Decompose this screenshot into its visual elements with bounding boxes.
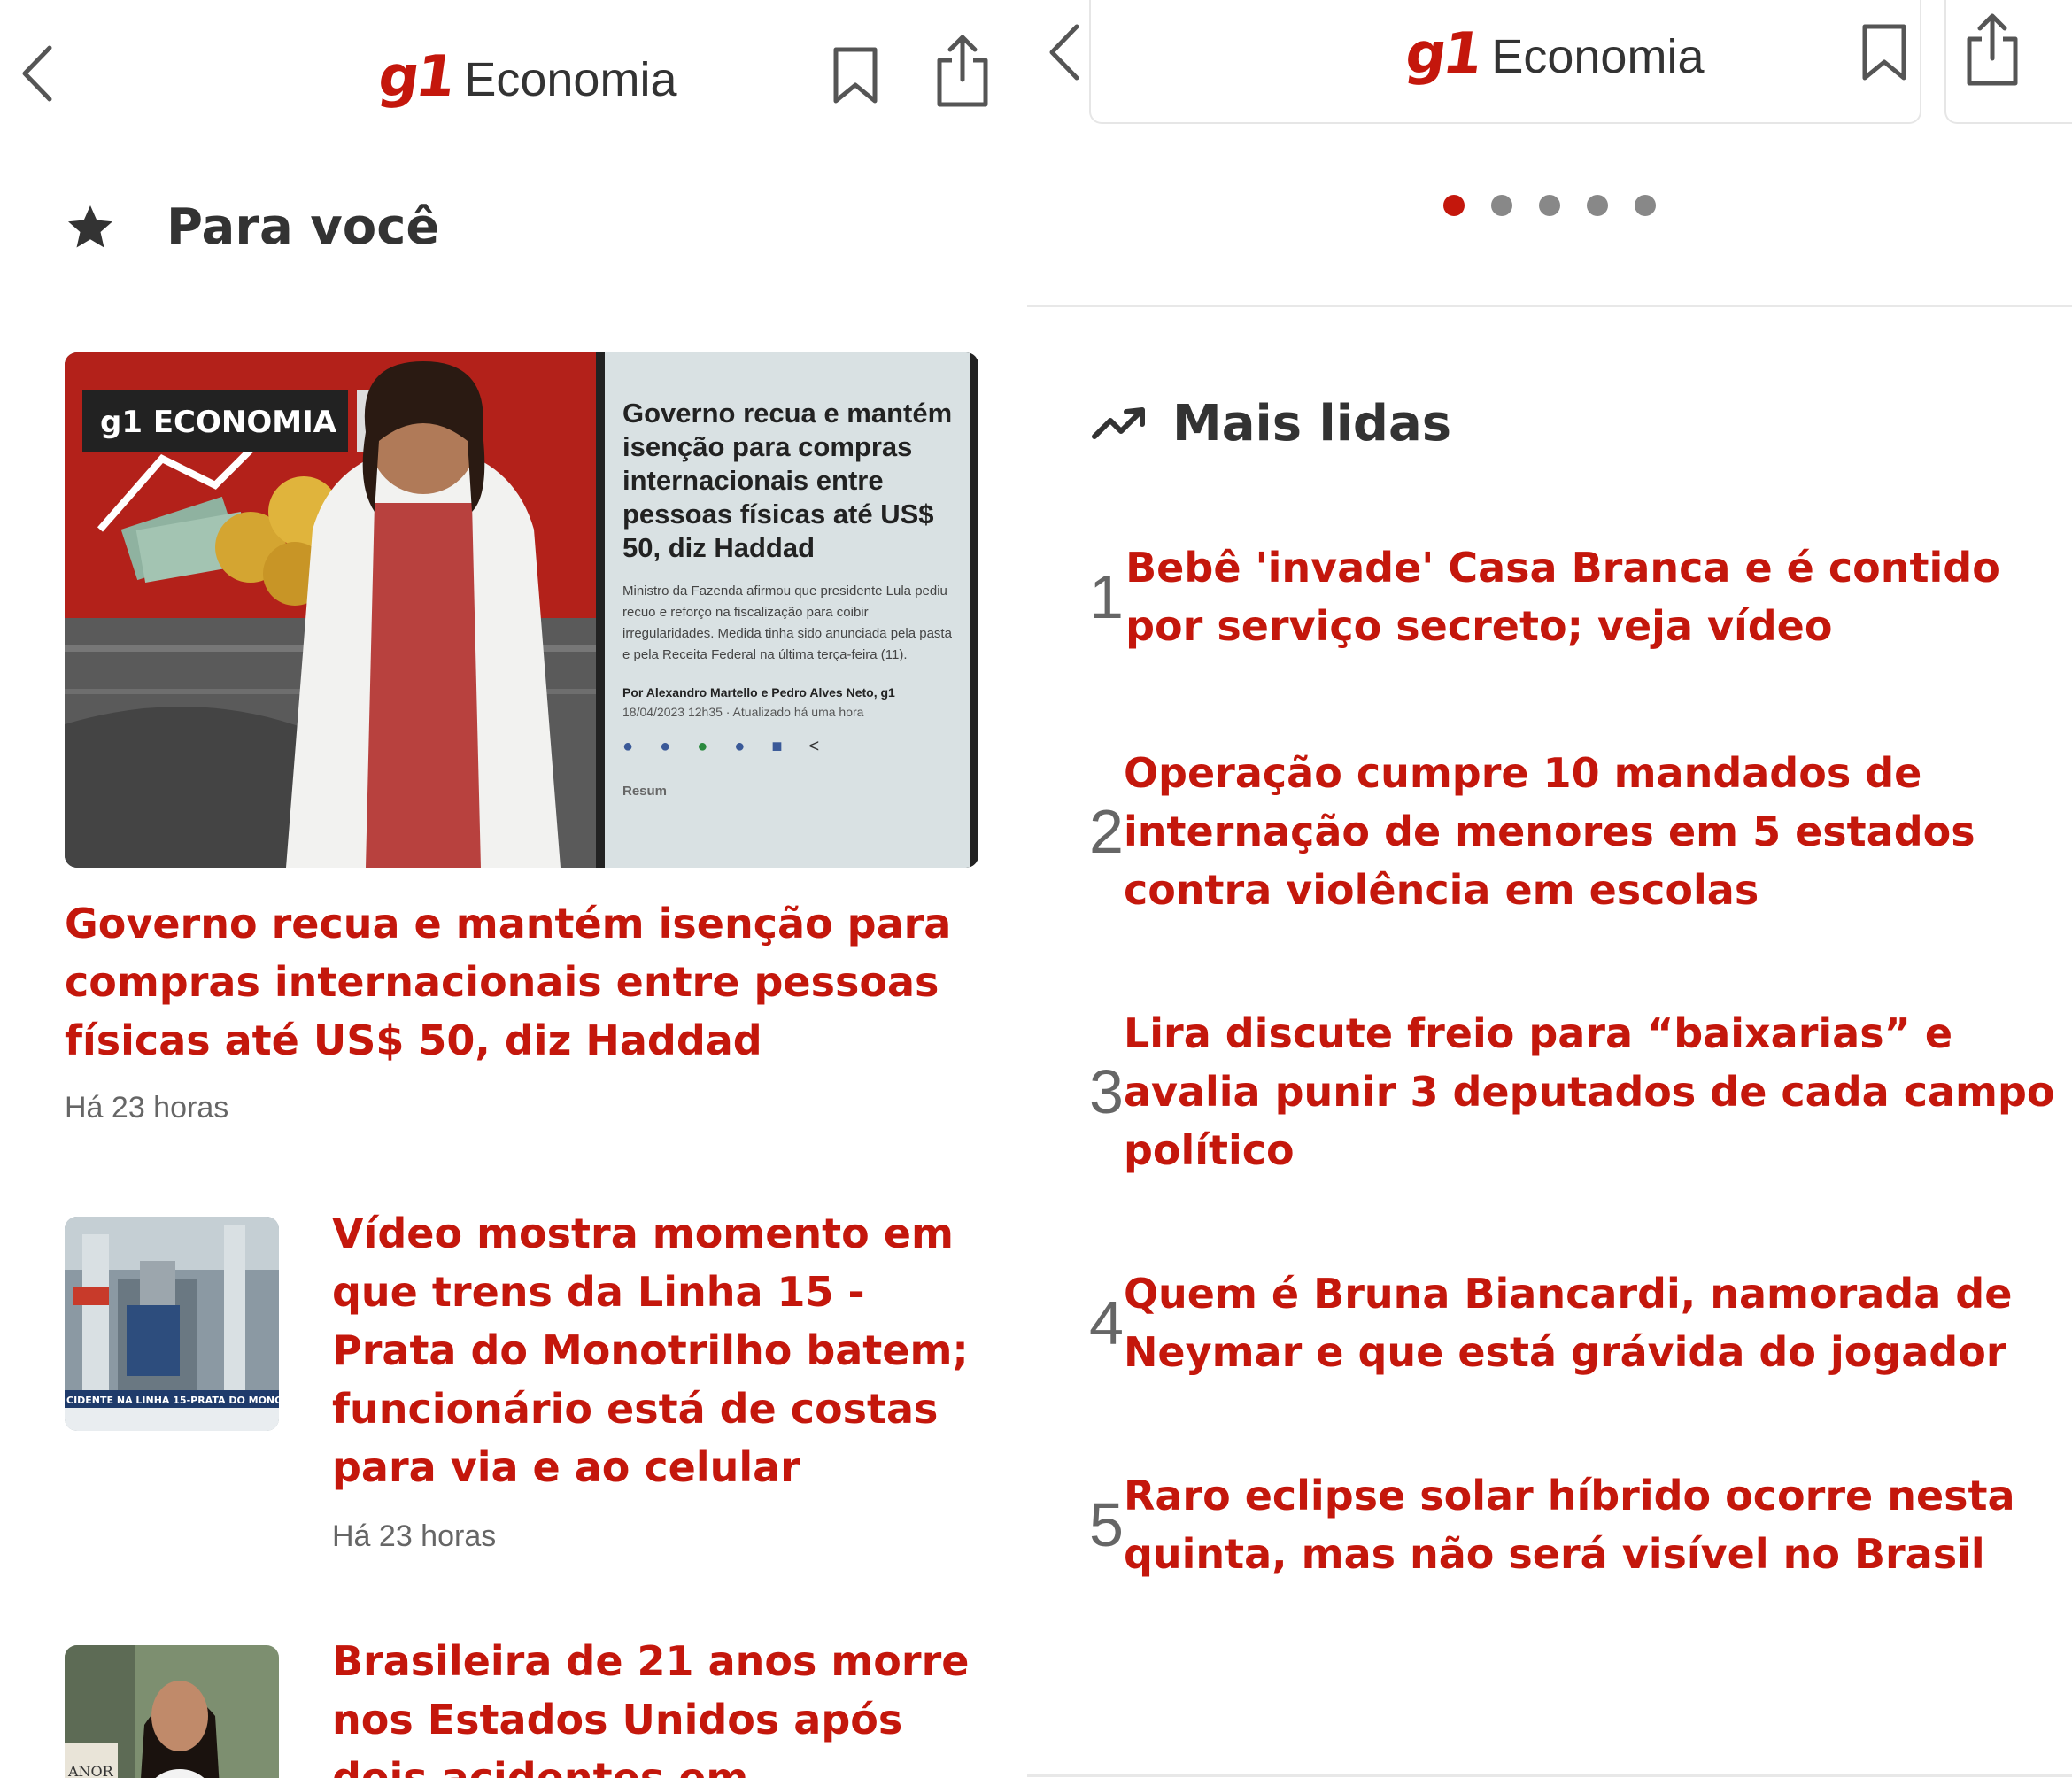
carousel-dot[interactable] (1587, 195, 1608, 216)
rank-number: 2 (1089, 797, 1124, 866)
g1-logo: g1 (374, 44, 457, 110)
back-button[interactable] (19, 43, 55, 104)
facebook-icon: ● (622, 737, 634, 756)
section-name: Economia (464, 53, 677, 106)
carousel-dot[interactable] (1491, 195, 1512, 216)
thumb-caption: ANOR (67, 1763, 114, 1778)
share-button[interactable] (1964, 12, 2021, 87)
bookmark-icon (833, 47, 878, 104)
telegram-icon: ● (734, 737, 746, 756)
bookmark-button[interactable] (831, 46, 880, 104)
hero-card-body: Ministro da Fazenda afirmou que presiden… (622, 584, 952, 662)
whatsapp-icon: ● (697, 737, 708, 756)
rank-headline[interactable]: Lira discute freio para “baixarias” e av… (1124, 1004, 2063, 1179)
share-button[interactable] (934, 34, 991, 108)
hero-card-date: 18/04/2023 12h35 · Atualizado há uma hor… (622, 705, 864, 719)
g1-logo: g1 (1401, 21, 1484, 87)
section-header-mais-lidas: Mais lidas (1091, 395, 1451, 452)
back-chevron-icon (1049, 24, 1079, 81)
ranked-item-1[interactable]: 1 Bebê 'invade' Casa Branca e é contido … (1089, 538, 2063, 655)
rank-headline[interactable]: Quem é Bruna Biancardi, namorada de Neym… (1124, 1264, 2063, 1381)
ranked-item-4[interactable]: 4 Quem é Bruna Biancardi, namorada de Ne… (1089, 1264, 2063, 1381)
hero-image[interactable]: g1 ECONOMIA Governo recua e mantém isenç… (65, 352, 978, 868)
rank-number: 1 (1089, 562, 1124, 631)
thumb-caption: CIDENTE NA LINHA 15-PRATA DO MONOTRI (66, 1395, 279, 1406)
back-chevron-icon (22, 45, 52, 102)
rank-number: 3 (1089, 1057, 1124, 1126)
monotrilho-photo: CIDENTE NA LINHA 15-PRATA DO MONOTRI (65, 1217, 279, 1431)
hero-photo: g1 ECONOMIA Governo recua e mantém isenç… (65, 352, 978, 868)
trending-up-icon (1092, 406, 1145, 439)
twitter-icon: ● (660, 737, 671, 756)
carousel-dot[interactable] (1539, 195, 1560, 216)
hero-card-byline: Por Alexandro Martello e Pedro Alves Net… (622, 685, 895, 700)
bookmark-button[interactable] (1859, 23, 1909, 81)
ranked-item-2[interactable]: 2 Operação cumpre 10 mandados de interna… (1089, 744, 2063, 919)
bookmark-icon (1862, 24, 1906, 81)
hero-badge-text: g1 ECONOMIA (100, 405, 337, 440)
rank-headline[interactable]: Operação cumpre 10 mandados de internaçã… (1124, 744, 2063, 919)
section-title: Mais lidas (1172, 395, 1452, 452)
rank-headline[interactable]: Raro eclipse solar híbrido ocorre nesta … (1124, 1466, 2063, 1583)
section-title: Para você (166, 198, 440, 256)
back-button[interactable] (1047, 21, 1082, 83)
right-screen: g1 Economia Mais lidas 1 Bebê 'invade' C… (1027, 0, 2072, 1778)
share-small-icon: < (808, 737, 820, 756)
item-headline[interactable]: Vídeo mostra momento em que trens da Lin… (332, 1204, 970, 1496)
share-icon (1967, 13, 2018, 86)
rank-number: 4 (1089, 1288, 1124, 1357)
divider (1027, 1774, 2072, 1777)
share-icon (937, 35, 988, 107)
rank-number: 5 (1089, 1490, 1124, 1559)
left-screen: g1 Economia Para você g1 ECONOMIA Govern… (0, 0, 1027, 1778)
item-headline[interactable]: Brasileira de 21 anos morre nos Estados … (332, 1632, 970, 1778)
ranked-item-5[interactable]: 5 Raro eclipse solar híbrido ocorre nest… (1089, 1466, 2063, 1583)
item-time: Há 23 horas (332, 1519, 497, 1553)
ranked-item-3[interactable]: 3 Lira discute freio para “baixarias” e … (1089, 1004, 2063, 1179)
linkedin-icon: ■ (771, 737, 783, 756)
hero-card-title: Governo recua e mantém isenção para comp… (622, 398, 953, 563)
hero-card-footer: Resum (622, 784, 668, 799)
divider (1027, 305, 2072, 307)
app-logo[interactable]: g1 Economia (1402, 21, 1705, 87)
hero-headline[interactable]: Governo recua e mantém isenção para comp… (65, 894, 986, 1070)
carousel-dot[interactable] (1635, 195, 1656, 216)
carousel-dot[interactable] (1443, 195, 1465, 216)
section-name: Economia (1491, 30, 1705, 83)
carousel-pagination[interactable] (1027, 195, 2072, 216)
section-header-para-voce: Para você (64, 198, 439, 256)
star-icon (68, 205, 112, 247)
student-photo: ANOR (65, 1645, 279, 1778)
hero-card-share-row: ● ● ● ● ■ < (622, 737, 959, 757)
rank-headline[interactable]: Bebê 'invade' Casa Branca e é contido po… (1125, 538, 2063, 655)
app-logo[interactable]: g1 Economia (375, 44, 677, 110)
item-thumbnail[interactable]: CIDENTE NA LINHA 15-PRATA DO MONOTRI (65, 1217, 279, 1431)
item-thumbnail[interactable]: ANOR (65, 1645, 279, 1778)
hero-time: Há 23 horas (65, 1091, 229, 1125)
